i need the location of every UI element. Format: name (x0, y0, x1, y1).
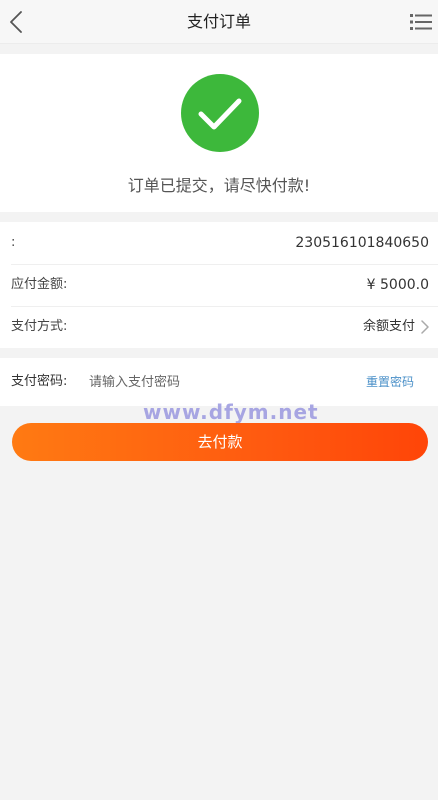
payment-method-label: 支付方式: (11, 319, 68, 334)
order-number-value: 230516101840650 (295, 235, 429, 251)
payment-password-input[interactable] (89, 368, 329, 396)
top-nav-bar: 支付订单 (0, 0, 438, 44)
order-number-row: : 230516101840650 (0, 222, 438, 264)
success-message: 订单已提交，请尽快付款! (127, 176, 311, 195)
check-circle-icon (181, 74, 259, 152)
chevron-right-icon (421, 320, 429, 334)
back-button[interactable] (4, 8, 28, 36)
menu-button[interactable] (408, 11, 434, 33)
page-title: 支付订单 (186, 12, 251, 31)
pay-now-button[interactable]: 去付款 (12, 423, 428, 461)
amount-label: 应付金额: (11, 277, 68, 292)
payment-password-label: 支付密码: (11, 374, 68, 389)
order-number-label: : (11, 235, 16, 250)
order-info-list: : 230516101840650 应付金额: ¥ 5000.0 支付方式: 余… (0, 222, 438, 348)
chevron-left-icon (10, 11, 22, 33)
amount-row: 应付金额: ¥ 5000.0 (0, 264, 438, 306)
list-menu-icon (410, 14, 432, 30)
order-success-card: 订单已提交，请尽快付款! (0, 54, 438, 212)
payment-page: 支付订单 订单已提交，请尽快付款! : 230516101840650 应付金额… (0, 0, 438, 800)
pay-now-button-label: 去付款 (197, 433, 243, 451)
payment-method-selector[interactable]: 支付方式: 余额支付 (0, 306, 438, 348)
watermark-text: www.dfym.net (143, 400, 319, 424)
reset-password-link[interactable]: 重置密码 (366, 358, 414, 406)
payment-password-row: 支付密码: 重置密码 (0, 358, 438, 406)
amount-value: ¥ 5000.0 (366, 277, 429, 293)
payment-method-value: 余额支付 (362, 319, 415, 334)
